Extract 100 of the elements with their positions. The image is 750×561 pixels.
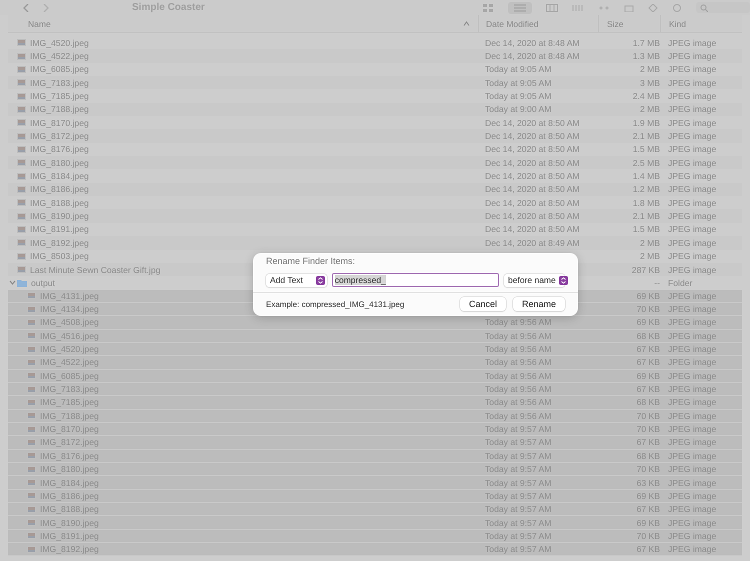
image-thumbnail-icon [17,52,26,60]
date-modified: Today at 9:00 AM [485,104,552,114]
file-size: 2 MB [640,64,660,74]
image-thumbnail-icon [17,132,26,140]
gallery-view-icon[interactable] [572,4,584,12]
file-kind: JPEG image [668,171,716,182]
file-kind: JPEG image [668,184,716,194]
file-kind: JPEG image [668,224,716,234]
file-kind: JPEG image [668,51,716,62]
image-thumbnail-icon [17,226,26,233]
date-modified: Dec 14, 2020 at 8:50 AM [485,184,580,194]
file-kind: JPEG image [668,144,716,154]
file-size: -- [654,278,660,288]
file-kind: JPEG image [668,78,716,88]
image-thumbnail-icon [17,252,26,260]
file-name: IMG_8190.jpeg [30,211,89,222]
file-kind: JPEG image [668,251,716,262]
file-name: IMG_8176.jpeg [30,144,89,154]
image-thumbnail-icon [17,172,26,180]
file-size: 1.4 MB [632,171,660,182]
file-size: 1.7 MB [632,38,660,48]
date-modified: Dec 14, 2020 at 8:48 AM [485,38,580,48]
file-kind: JPEG image [668,64,716,74]
file-kind: JPEG image [668,118,716,128]
file-name: output [31,278,55,288]
file-kind: JPEG image [668,198,716,208]
position-popup[interactable]: before name [504,274,565,286]
image-thumbnail-icon [17,186,26,193]
file-kind: JPEG image [668,91,716,102]
image-thumbnail-icon [17,199,26,206]
file-size: 2 MB [640,238,660,248]
file-kind: JPEG image [668,158,716,168]
date-modified: Dec 14, 2020 at 8:50 AM [485,171,580,182]
file-size: 1.5 MB [632,224,660,234]
file-kind: JPEG image [668,38,716,48]
image-thumbnail-icon [17,159,26,166]
file-name: IMG_8184.jpeg [30,171,89,182]
image-thumbnail-icon [17,212,26,220]
file-size: 3 MB [640,78,660,88]
file-size: 2.4 MB [632,91,660,102]
date-modified: Dec 14, 2020 at 8:50 AM [485,144,580,154]
dialog-button[interactable]: Rename [512,297,565,311]
file-size: 2 MB [640,251,660,262]
file-name: IMG_8180.jpeg [30,158,89,168]
file-name: IMG_7183.jpeg [30,78,89,88]
date-modified: Today at 9:05 AM [485,64,552,74]
column-view-icon[interactable] [546,4,558,12]
date-modified: Dec 14, 2020 at 8:50 AM [485,118,580,128]
back-icon[interactable] [22,4,30,12]
file-size: 2.5 MB [632,158,660,168]
file-name: Last Minute Sewn Coaster Gift.jpg [30,264,160,275]
file-kind: JPEG image [668,238,716,248]
file-size: 1.3 MB [632,51,660,62]
folder-icon [17,278,27,287]
file-name: IMG_8186.jpeg [30,184,89,194]
date-modified: Dec 14, 2020 at 8:50 AM [485,131,580,142]
dialog-button[interactable]: Cancel [460,297,506,311]
date-modified: Dec 14, 2020 at 8:50 AM [485,198,580,208]
file-kind: JPEG image [668,211,716,222]
file-name: IMG_8170.jpeg [30,118,89,128]
file-kind: JPEG image [668,264,716,275]
file-name: IMG_6085.jpeg [30,64,89,74]
file-name: IMG_7188.jpeg [30,104,89,114]
search-icon [700,4,708,12]
text-field[interactable]: compressed_ [332,273,499,287]
dialog-title: Rename Finder Items: [265,255,356,268]
date-modified: Dec 14, 2020 at 8:50 AM [485,158,580,168]
image-thumbnail-icon [17,79,26,86]
file-kind: Folder [668,278,692,288]
chevron-down-icon[interactable] [8,279,16,286]
sort-chevron-icon [463,21,470,26]
mode-popup[interactable]: Add Text [266,274,327,286]
image-thumbnail-icon [17,239,26,246]
search-field[interactable] [696,2,750,13]
image-thumbnail-icon [17,266,26,274]
list-view-icon[interactable] [514,4,526,12]
file-name: IMG_4520.jpeg [30,38,89,48]
image-thumbnail-icon [17,92,26,100]
image-thumbnail-icon [17,146,26,153]
date-modified: Dec 14, 2020 at 8:48 AM [485,51,580,62]
image-thumbnail-icon [17,66,26,73]
stepper-icon [316,276,325,284]
example-text: Example: compressed_IMG_4131.jpeg [266,300,404,308]
file-size: 1.5 MB [632,144,660,154]
date-modified: Dec 14, 2020 at 8:49 AM [485,238,580,248]
file-name: IMG_8192.jpeg [30,238,89,248]
file-name: IMG_8191.jpeg [30,224,89,234]
tag-icon[interactable] [648,4,658,12]
file-size: 2.1 MB [632,131,660,142]
file-name: IMG_8172.jpeg [30,131,89,142]
forward-icon[interactable] [42,4,50,12]
image-thumbnail-icon [17,39,26,46]
file-name: IMG_8503.jpeg [30,251,89,262]
file-name: IMG_8188.jpeg [30,198,89,208]
image-thumbnail-icon [17,119,26,126]
file-size: 2.1 MB [632,211,660,222]
date-modified: Dec 14, 2020 at 8:50 AM [485,224,580,234]
file-size: 1.8 MB [632,198,660,208]
date-modified: Today at 9:05 AM [485,78,552,88]
grid-view-icon[interactable] [482,4,494,12]
